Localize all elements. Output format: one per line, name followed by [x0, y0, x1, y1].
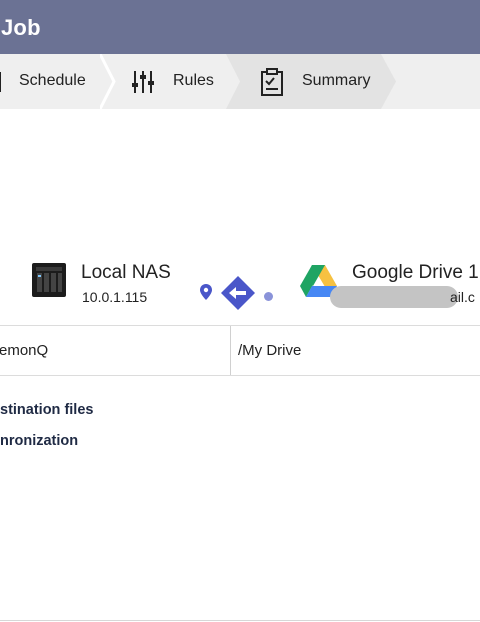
sliders-icon — [131, 70, 155, 94]
step-summary[interactable]: Summary — [240, 54, 390, 109]
wizard-steps-bar: Schedule Rules Summary — [0, 54, 480, 109]
location-pin-icon — [200, 284, 212, 305]
arrow-left-diamond-icon — [220, 275, 256, 316]
step-schedule-label: Schedule — [19, 72, 86, 89]
source-address: 10.0.1.115 — [82, 289, 148, 305]
window-titlebar: Job — [0, 0, 480, 54]
source-folder-path: emonQ — [0, 342, 49, 359]
step-separator-chevron — [100, 54, 116, 109]
destination-account-suffix: ail.c — [450, 289, 475, 305]
step-summary-label: Summary — [302, 72, 371, 89]
destination-name: Google Drive 1 — [352, 262, 479, 283]
step-schedule[interactable]: Schedule — [0, 54, 110, 109]
option-destination-files: stination files — [0, 402, 94, 418]
source-name: Local NAS — [81, 262, 171, 283]
sync-endpoints: Local NAS 10.0.1.115 Google Drive 1 ail.… — [0, 252, 480, 312]
option-synchronization: nronization — [0, 433, 79, 449]
paths-divider — [230, 326, 231, 375]
step-rules[interactable]: Rules — [116, 54, 228, 109]
destination-folder-path: /My Drive — [238, 342, 302, 359]
footer-divider — [0, 620, 480, 621]
calendar-icon — [0, 70, 4, 94]
sync-dot-icon — [264, 288, 273, 306]
clipboard-check-icon — [260, 68, 284, 96]
folder-paths-row: emonQ /My Drive — [0, 325, 480, 376]
destination-account-redacted — [330, 286, 458, 308]
step-rules-label: Rules — [173, 72, 214, 89]
window-title: Job — [1, 15, 41, 40]
nas-device-icon — [32, 263, 66, 302]
